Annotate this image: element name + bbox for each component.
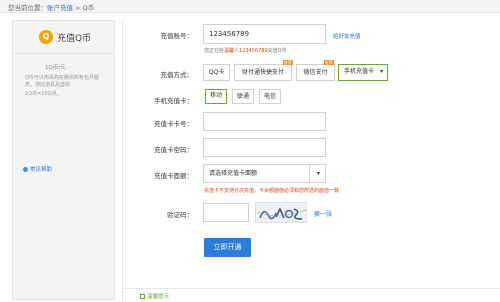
- account-label: 充值账号：: [160, 32, 194, 40]
- breadcrumb-separator: >: [73, 4, 83, 12]
- sidebar-header: Q 充值Q币: [13, 21, 114, 54]
- sidebar-price: 1Q币/元: [45, 65, 66, 71]
- help-icon: [23, 167, 28, 172]
- breadcrumb-prefix: 您当前位置：: [8, 4, 47, 12]
- method-tenpay[interactable]: 财付通快捷支付: [234, 64, 292, 81]
- select-divider: [309, 165, 310, 182]
- card-password-input[interactable]: [203, 138, 326, 157]
- method-phone-card-label: 手机充值卡: [343, 68, 374, 75]
- captcha-input[interactable]: [203, 203, 249, 222]
- sidebar-title: 充值Q币: [57, 34, 92, 44]
- face-value-placeholder: 请选择充值卡面额: [209, 170, 258, 177]
- account-hint-prefix: 您正在给: [204, 48, 225, 54]
- card-number-label: 充值卡卡号：: [154, 120, 193, 128]
- qq-coin-icon: Q: [39, 30, 53, 44]
- carrier-telecom[interactable]: 电信: [259, 89, 281, 104]
- card-number-input[interactable]: [203, 112, 326, 131]
- face-value-hint: 充值卡不支持分次充值，卡余额面值必须和您所选的面值一致: [204, 188, 340, 194]
- captcha-glyphs: [257, 207, 307, 220]
- captcha-label: 验证码：: [167, 211, 193, 219]
- carrier-label: 手机充值卡：: [154, 97, 193, 105]
- method-wechat[interactable]: 微信支付: [296, 64, 335, 81]
- account-hint: 您正在给温馨人123456789充值Q币: [204, 47, 287, 54]
- footer-divider: [122, 288, 500, 289]
- face-value-select[interactable]: 请选择充值卡面额 ▾: [203, 164, 326, 183]
- account-hint-suffix: 充值Q币: [267, 48, 287, 54]
- tips-label: 温馨提示: [147, 294, 170, 300]
- breadcrumb-current: Q币: [82, 4, 95, 12]
- breadcrumb: 您当前位置：账户充值 > Q币: [8, 2, 94, 12]
- help-label: 常见帮助: [30, 167, 53, 173]
- top-bar: 您当前位置：账户充值 > Q币: [0, 0, 500, 13]
- method-badge-tenpay: 推荐: [283, 60, 293, 65]
- captcha-image[interactable]: [255, 202, 307, 223]
- breadcrumb-account-link[interactable]: 账户充值: [47, 4, 73, 12]
- method-badge-wechat: 推荐: [324, 60, 334, 65]
- card-password-label: 充值卡密码：: [154, 146, 193, 154]
- chevron-down-icon: ▾: [379, 68, 383, 75]
- help-link[interactable]: 常见帮助: [23, 165, 52, 173]
- tips-header[interactable]: 温馨提示: [140, 292, 169, 300]
- main-divider: [122, 20, 123, 302]
- friend-recharge-link[interactable]: 给好友充值: [333, 32, 361, 40]
- account-input[interactable]: 123456789: [203, 24, 326, 44]
- captcha-refresh-link[interactable]: 换一张: [314, 209, 332, 218]
- sidebar-note: Q币可以用来购买腾讯所有包月服务、游戏道具及虚拟: [25, 75, 99, 88]
- method-label: 充值方式：: [160, 71, 194, 79]
- chevron-down-icon: ▾: [316, 170, 320, 177]
- account-hint-qq: 123456789: [239, 48, 268, 54]
- submit-button[interactable]: 立即开通: [204, 238, 251, 257]
- carrier-mobile[interactable]: 移动: [205, 89, 227, 104]
- carrier-unicom[interactable]: 联通: [232, 89, 254, 104]
- sidebar: Q 充值Q币 1Q币/元 Q币可以用来购买腾讯所有包月服务、游戏道具及虚拟 1Q…: [12, 20, 115, 300]
- face-value-label: 充值卡面额：: [154, 172, 193, 180]
- method-qq-card[interactable]: QQ卡: [203, 64, 230, 81]
- tips-toggle-icon: [140, 294, 145, 299]
- account-hint-nick: 温馨人: [224, 48, 240, 54]
- method-phone-card[interactable]: 手机充值卡 ▾: [338, 64, 388, 81]
- sidebar-note-rate: 1Q币=10Q点。: [25, 91, 62, 97]
